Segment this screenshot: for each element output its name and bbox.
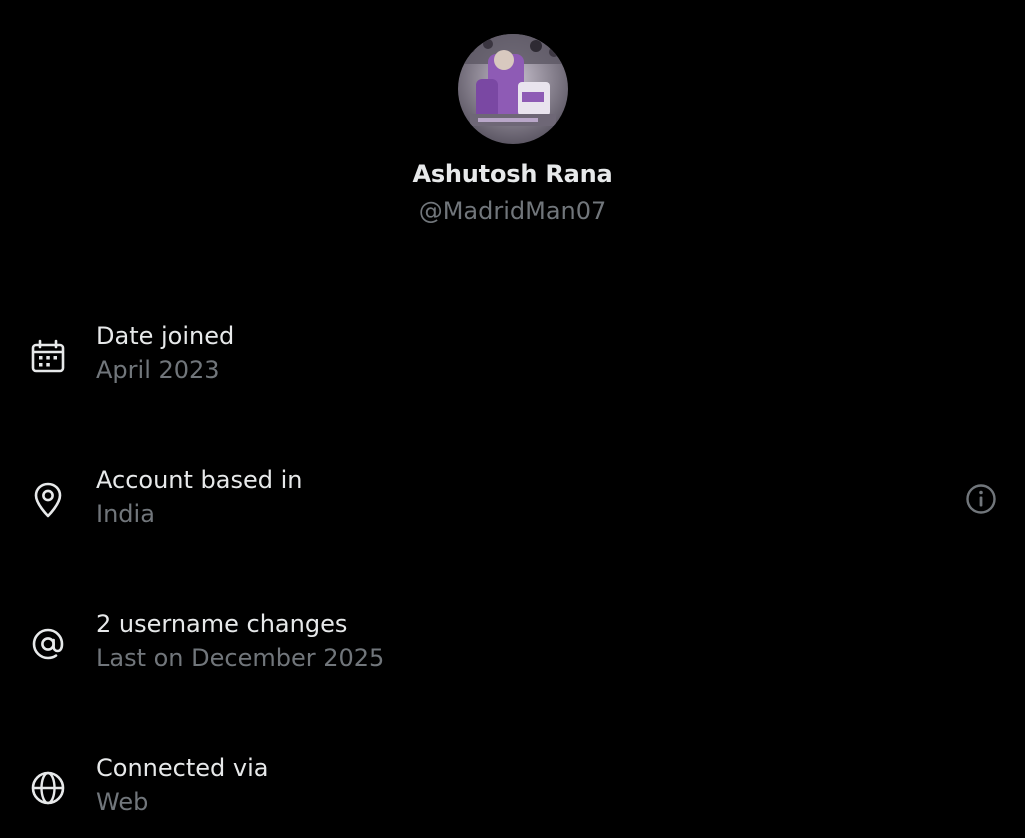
date-joined-value: April 2023: [96, 356, 220, 384]
date-joined-label: Date joined: [96, 322, 235, 350]
user-handle: @MadridMan07: [418, 197, 607, 225]
username-changes-row: 2 username changes Last on December 2025: [0, 608, 1025, 688]
username-changes-label: 2 username changes: [96, 610, 348, 638]
username-changes-value: Last on December 2025: [96, 644, 385, 672]
location-pin-icon: [28, 480, 68, 520]
display-name: Ashutosh Rana: [412, 160, 613, 188]
globe-icon: [28, 768, 68, 808]
connected-via-value: Web: [96, 788, 149, 816]
info-icon[interactable]: [964, 482, 998, 516]
at-sign-icon: [28, 624, 68, 664]
connected-via-row: Connected via Web: [0, 752, 1025, 832]
calendar-icon: [28, 336, 68, 376]
account-location-value: India: [96, 500, 155, 528]
avatar-image: [458, 34, 568, 144]
account-location-row: Account based in India: [0, 464, 1025, 544]
avatar[interactable]: [458, 34, 568, 144]
connected-via-label: Connected via: [96, 754, 269, 782]
account-location-label: Account based in: [96, 466, 303, 494]
date-joined-row: Date joined April 2023: [0, 320, 1025, 400]
